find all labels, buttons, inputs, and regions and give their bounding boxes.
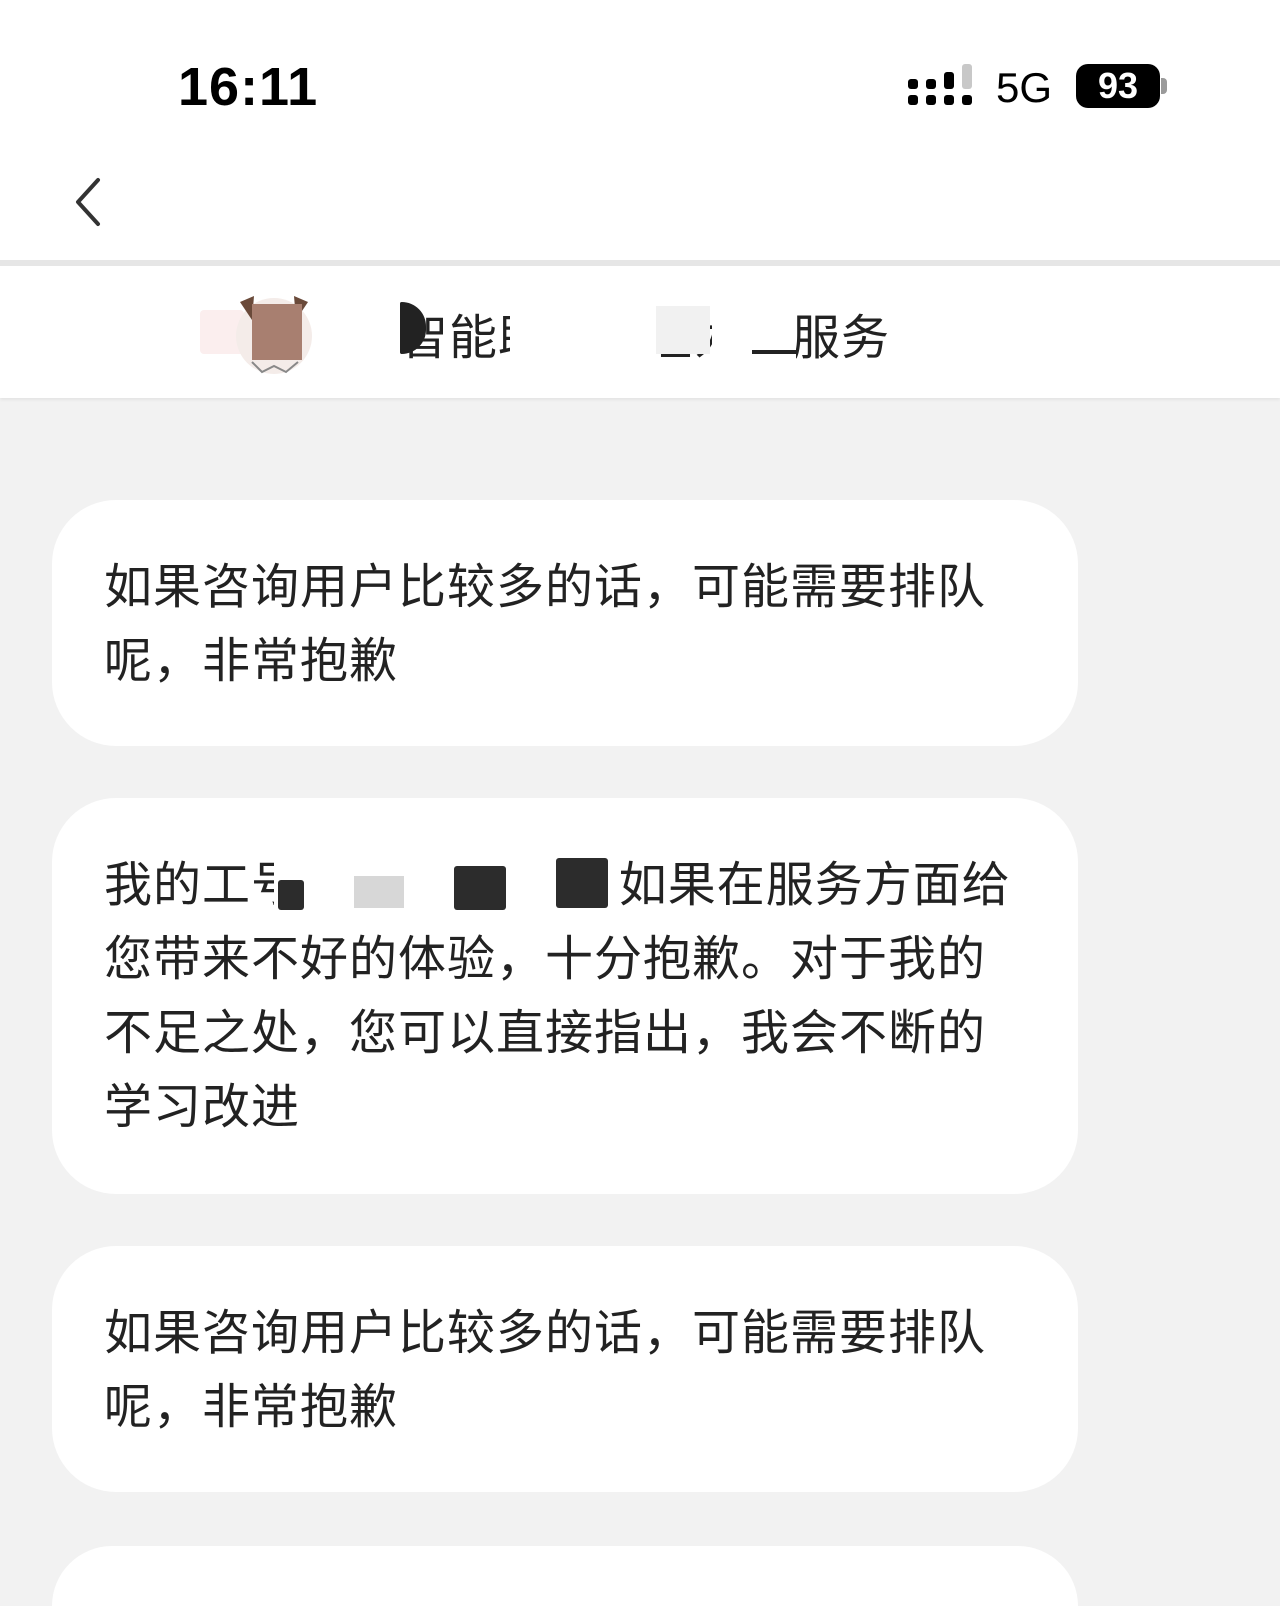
battery-tip — [1161, 78, 1167, 94]
cellular-signal-icon — [908, 64, 972, 105]
redaction-mark — [752, 350, 798, 354]
message-bubble: 如果咨询用户比较多的话，可能需要排队呢，非常抱歉 — [52, 1246, 1078, 1492]
message-text: 如果咨询用户比较多的话，可能需要排队呢，非常抱歉 — [104, 559, 987, 689]
cat-avatar — [236, 296, 312, 374]
message-text: 如果咨询用户比较多的话，可能需要排队呢，非常抱歉 — [104, 1305, 987, 1435]
network-type: 5G — [996, 64, 1053, 111]
chat-message-list[interactable]: 如果咨询用户比较多的话，可能需要排队呢，非常抱歉 我的工号是1000000，如果… — [0, 398, 1280, 1606]
redaction-mark — [454, 866, 506, 910]
status-time: 16:11 — [178, 57, 319, 117]
redaction-mark — [712, 290, 796, 370]
status-bar: 16:11 5G 93 — [0, 0, 1280, 150]
agent-status-bar: 智能助手正在为您服务 — [0, 266, 1280, 398]
message-bubble — [52, 1546, 1078, 1606]
nav-bar — [0, 150, 1280, 260]
redaction-mark — [278, 880, 304, 910]
message-bubble: 我的工号是1000000，如果在服务方面给您带来不好的体验，十分抱歉。对于我的不… — [52, 798, 1078, 1194]
back-button[interactable] — [60, 170, 124, 234]
redaction-mark — [354, 876, 404, 908]
redaction-mark — [656, 306, 710, 354]
message-bubble: 如果咨询用户比较多的话，可能需要排队呢，非常抱歉 — [52, 500, 1078, 746]
chevron-left-icon — [76, 178, 100, 226]
redaction-mark — [556, 858, 608, 908]
battery-icon: 93 — [1076, 64, 1160, 108]
redaction-mark — [510, 290, 660, 370]
